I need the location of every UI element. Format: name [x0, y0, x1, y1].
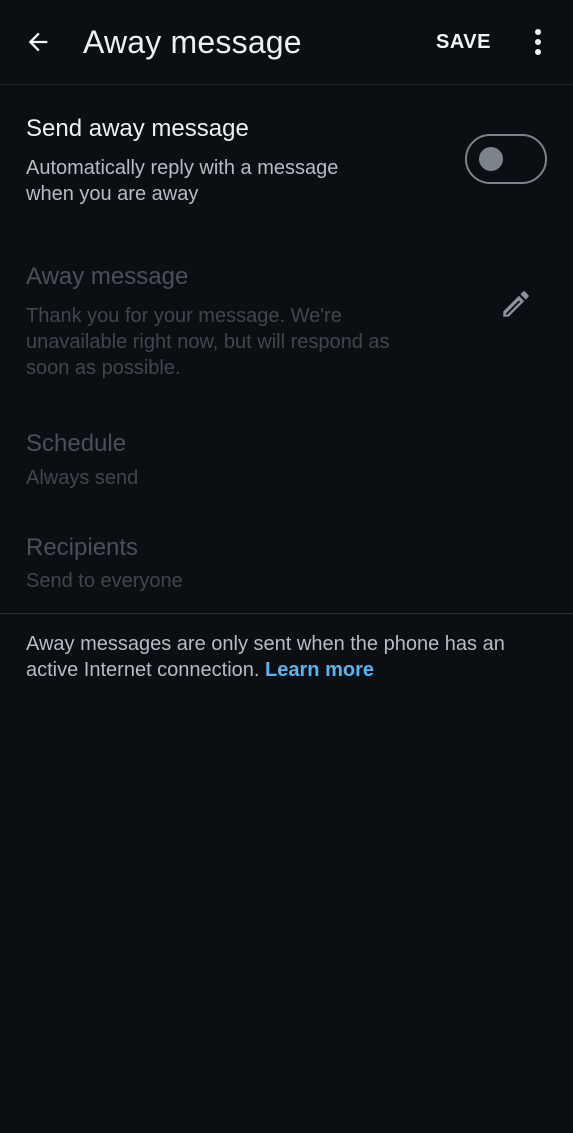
more-vert-icon [535, 29, 541, 55]
schedule-value: Always send [26, 467, 139, 489]
back-button[interactable] [18, 22, 58, 62]
more-options-button[interactable] [522, 22, 554, 62]
away-message-line3: soon as possible. [26, 357, 181, 379]
footer-note: Away messages are only sent when the pho… [26, 631, 556, 683]
schedule-title: Schedule [26, 430, 127, 457]
recipients-title: Recipients [26, 534, 139, 561]
toggle-knob [479, 147, 503, 171]
pencil-icon [503, 291, 529, 317]
send-away-title: Send away message [26, 115, 249, 142]
arrow-back-icon [28, 32, 48, 52]
learn-more-link[interactable]: Learn more [265, 659, 374, 681]
edit-message-button [496, 284, 536, 324]
send-away-subtitle-line1: Automatically reply with a message [26, 157, 339, 179]
away-message-line2: unavailable right now, but will respond … [26, 331, 390, 353]
away-message-title: Away message [26, 263, 189, 290]
away-message-line1: Thank you for your message. We're [26, 305, 342, 327]
recipients-value: Send to everyone [26, 570, 183, 592]
app-bar: Away message SAVE [0, 0, 573, 85]
send-away-toggle[interactable] [465, 134, 547, 184]
divider [0, 613, 573, 614]
send-away-subtitle-line2: when you are away [26, 183, 199, 205]
save-button[interactable]: SAVE [436, 28, 491, 56]
page-title: Away message [83, 24, 302, 60]
